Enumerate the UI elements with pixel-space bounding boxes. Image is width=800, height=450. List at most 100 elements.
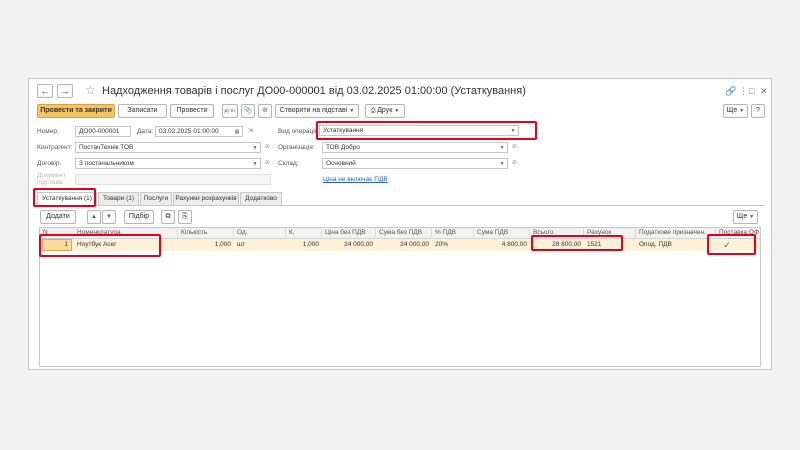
open-link-icon[interactable]: ⊘ <box>510 158 519 169</box>
col-header-vat-rate[interactable]: % ПДВ <box>432 228 474 239</box>
cell-item[interactable]: Ноутбук Acer <box>74 239 178 251</box>
table-toolbar: Додати ▲ ▼ Підбір ⧉ ⎘ Ще ▼ <box>29 210 771 224</box>
cell-vat-rate[interactable]: 20% <box>432 239 474 251</box>
cell-unit[interactable]: шт <box>234 239 286 251</box>
arrow-left-icon: ← <box>40 86 50 96</box>
page-title: Надходження товарів і послуг ДО00-000001… <box>102 85 526 97</box>
tab-goods[interactable]: Товари (1) <box>98 192 139 205</box>
warehouse-value: Основний <box>326 160 356 167</box>
document-window: ← → ☆ Надходження товарів і послуг ДО00-… <box>28 78 772 370</box>
chevron-down-icon[interactable]: ▼ <box>509 127 517 135</box>
col-header-qty[interactable]: Кількість <box>178 228 234 239</box>
number-field[interactable]: ДО00-000001 <box>75 126 131 137</box>
star-icon[interactable]: ☆ <box>85 83 96 97</box>
checkmark-icon[interactable]: ✓ <box>716 239 738 251</box>
cell-price[interactable]: 24 000,00 <box>322 239 376 251</box>
warehouse-label: Склад: <box>278 160 299 167</box>
paste-icon[interactable]: ⎘ <box>178 210 192 224</box>
col-header-vat-sum[interactable]: Сума ПДВ <box>474 228 530 239</box>
cell-sum-no-vat[interactable]: 24 000,00 <box>376 239 432 251</box>
counterparty-value: ПостачТехнік ТОВ <box>79 144 134 151</box>
cell-vat-sum[interactable]: 4 800,00 <box>474 239 530 251</box>
col-header-coef[interactable]: К. <box>286 228 322 239</box>
close-icon[interactable]: ✕ <box>760 85 768 97</box>
tab-additional[interactable]: Додатково <box>240 192 282 205</box>
open-link-icon[interactable]: ⊘ <box>263 158 272 169</box>
contract-field[interactable]: З постачальником ▼ <box>75 158 261 169</box>
forward-button[interactable]: → <box>57 84 73 98</box>
date-field[interactable]: 03.02.2025 01:00:00 ▦ <box>155 126 243 137</box>
more-button[interactable]: Ще ▼ <box>723 104 748 118</box>
col-header-tax-purpose[interactable]: Податкове призначен. <box>636 228 716 239</box>
save-button[interactable]: Записати <box>118 104 167 118</box>
chevron-down-icon: ▼ <box>739 108 745 114</box>
link-icon[interactable]: 🔗 <box>725 85 736 97</box>
chevron-down-icon[interactable]: ▼ <box>251 144 259 152</box>
move-down-icon[interactable]: ▼ <box>102 210 116 224</box>
chevron-down-icon: ▼ <box>749 214 755 220</box>
cell-qty[interactable]: 1,000 <box>178 239 234 251</box>
cell-n[interactable]: 1 <box>42 239 72 251</box>
help-button[interactable]: ? <box>751 104 765 118</box>
operation-value: Устаткування <box>323 127 364 134</box>
date-label: Дата: <box>137 128 154 135</box>
post-and-close-button[interactable]: Провести та закрити <box>37 104 115 118</box>
dt-kt-icon[interactable]: Дт Кт <box>222 104 238 118</box>
open-link-icon[interactable]: ⊘ <box>510 142 519 153</box>
arrow-right-icon: → <box>60 86 70 96</box>
back-button[interactable]: ← <box>37 84 53 98</box>
operation-select[interactable]: Устаткування ▼ <box>319 125 519 136</box>
contract-value: З постачальником <box>79 160 134 167</box>
chevron-down-icon: ▼ <box>349 108 355 114</box>
equipment-table[interactable]: N Номенклатура Кількість Од. К. Ціна без… <box>39 227 761 367</box>
main-toolbar: Провести та закрити Записати Провести Дт… <box>29 104 771 120</box>
tab-equipment[interactable]: Устаткування (1) <box>37 192 97 206</box>
create-based-label: Створити на підставі <box>279 107 348 114</box>
cell-tax-purpose[interactable]: Опод. ПДВ <box>636 239 716 251</box>
col-header-item[interactable]: Номенклатура <box>74 228 178 239</box>
attach-icon[interactable]: 📎 <box>241 104 255 118</box>
restore-icon[interactable]: □ <box>749 85 754 97</box>
select-items-button[interactable]: Підбір <box>124 210 154 224</box>
post-button[interactable]: Провести <box>170 104 214 118</box>
col-header-delivery[interactable]: Поставка ОФ <box>716 228 760 239</box>
print-button[interactable]: ⎙ Друк ▼ <box>365 104 405 118</box>
print-label: Друк <box>377 107 393 114</box>
chevron-down-icon[interactable]: ▼ <box>251 160 259 168</box>
structure-icon[interactable]: ⊕ <box>258 104 272 118</box>
title-bar: ← → ☆ Надходження товарів і послуг ДО00-… <box>29 79 771 101</box>
kebab-menu-icon[interactable]: ⋮ <box>739 85 748 97</box>
open-link-icon[interactable]: ⊘ <box>263 142 272 153</box>
table-more-button[interactable]: Ще ▼ <box>733 210 758 224</box>
contract-label: Договір: <box>37 160 62 167</box>
vat-price-link[interactable]: Ціна не включає ПДВ <box>323 175 388 185</box>
warehouse-field[interactable]: Основний ▼ <box>322 158 508 169</box>
col-header-n[interactable]: N <box>40 228 74 239</box>
move-up-icon[interactable]: ▲ <box>87 210 101 224</box>
tab-divider <box>35 205 765 206</box>
base-document-label: Документ підстава: <box>37 172 66 186</box>
col-header-account[interactable]: Рахунок <box>584 228 636 239</box>
organization-label: Організація: <box>278 144 315 151</box>
create-based-on-button[interactable]: Створити на підставі ▼ <box>275 104 359 118</box>
counterparty-field[interactable]: ПостачТехнік ТОВ ▼ <box>75 142 261 153</box>
copy-icon[interactable]: ⧉ <box>161 210 175 224</box>
tab-settlement-accounts[interactable]: Рахунки розрахунків <box>173 192 239 205</box>
calendar-icon[interactable]: ▦ <box>233 128 241 136</box>
date-adjust-icon[interactable]: ⇲ <box>246 126 255 137</box>
col-header-total[interactable]: Всього <box>530 228 584 239</box>
table-more-label: Ще <box>736 213 748 220</box>
cell-account[interactable]: 1521 <box>584 239 636 251</box>
col-header-sum-no-vat[interactable]: Сума без ПДВ <box>376 228 432 239</box>
add-row-button[interactable]: Додати <box>40 210 76 224</box>
cell-coef[interactable]: 1,000 <box>286 239 322 251</box>
col-header-price[interactable]: Ціна без ПДВ <box>322 228 376 239</box>
operation-label: Вид операції: <box>278 128 319 135</box>
base-document-field <box>75 174 271 185</box>
organization-field[interactable]: ТОВ Добро ▼ <box>322 142 508 153</box>
cell-total[interactable]: 28 800,00 <box>530 239 584 251</box>
col-header-unit[interactable]: Од. <box>234 228 286 239</box>
chevron-down-icon[interactable]: ▼ <box>498 144 506 152</box>
tab-services[interactable]: Послуги <box>140 192 172 205</box>
chevron-down-icon[interactable]: ▼ <box>498 160 506 168</box>
